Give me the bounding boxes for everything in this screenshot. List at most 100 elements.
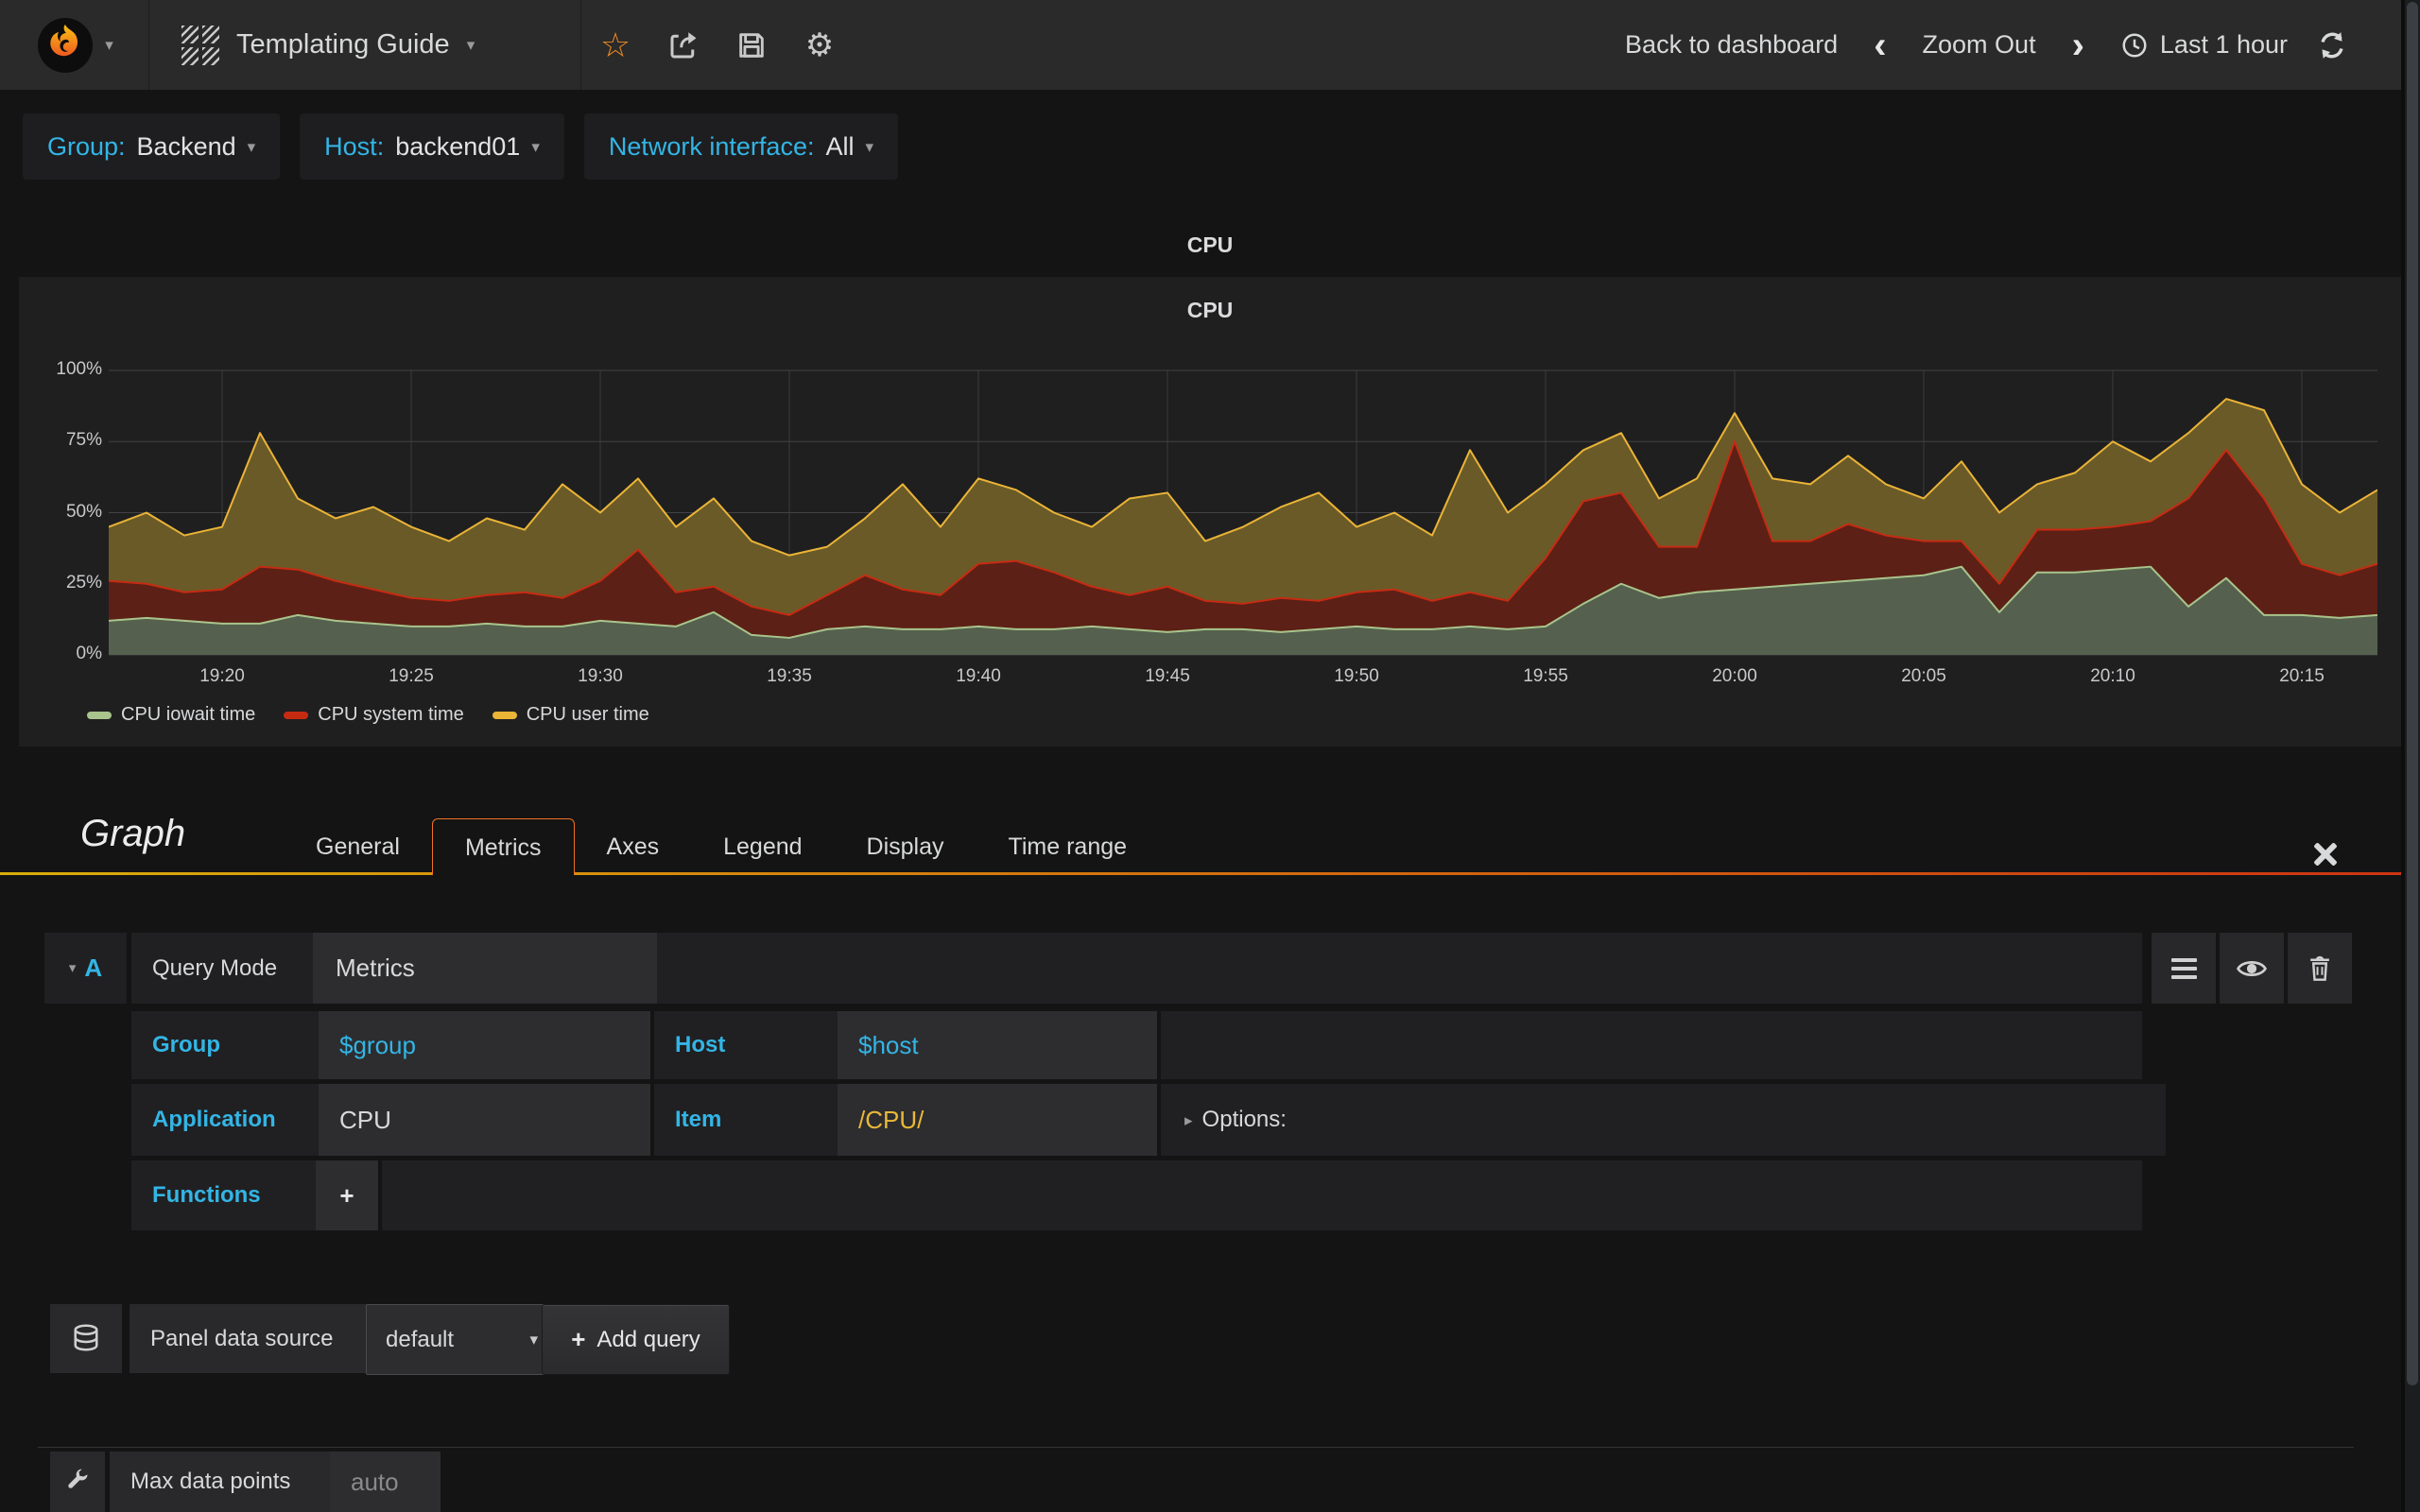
scrollbar-thumb[interactable] [2407, 2, 2418, 1385]
max-data-points-field[interactable] [330, 1452, 441, 1512]
query-toggle-visibility-button[interactable] [2220, 933, 2284, 1004]
query-mode-label: Query Mode [131, 933, 329, 1004]
query-row-filler [1161, 1011, 2142, 1079]
query-menu-button[interactable] [2152, 933, 2216, 1004]
tab-time-range[interactable]: Time range [977, 818, 1160, 875]
wrench-icon [64, 1469, 91, 1495]
top-navbar: ▾ Templating Guide ▾ ☆ ⚙ Back to dashboa… [0, 0, 2420, 90]
back-to-dashboard-link[interactable]: Back to dashboard [1625, 30, 1838, 60]
chevron-down-icon: ▾ [247, 137, 256, 156]
tab-metrics[interactable]: Metrics [431, 818, 575, 875]
refresh-button[interactable] [2310, 0, 2354, 90]
navbar-right-group: Back to dashboard ‹ Zoom Out › Last 1 ho… [1625, 0, 2420, 90]
close-editor-button[interactable] [2308, 837, 2342, 871]
application-field-label: Application [131, 1084, 336, 1156]
host-field[interactable] [838, 1011, 1157, 1079]
x-tick-label: 19:20 [199, 666, 245, 686]
dashboard-title: Templating Guide [236, 29, 450, 60]
tab-display[interactable]: Display [835, 818, 977, 875]
y-tick-label: 75% [65, 430, 102, 451]
variable-label: Host: [324, 131, 385, 161]
time-range-picker-button[interactable]: Last 1 hour [2120, 30, 2288, 60]
grafana-screen: ▾ Templating Guide ▾ ☆ ⚙ Back to dashboa… [0, 0, 2420, 1512]
group-field-label: Group [131, 1011, 336, 1079]
tab-legend[interactable]: Legend [691, 818, 834, 875]
zoom-out-button[interactable]: Zoom Out [1923, 30, 2036, 60]
clock-icon [2120, 31, 2149, 60]
save-button[interactable] [717, 0, 786, 90]
group-field[interactable] [319, 1011, 650, 1079]
trash-icon [2306, 954, 2334, 984]
chevron-down-icon: ▾ [531, 137, 540, 156]
variable-group-dropdown[interactable]: Group: Backend ▾ [23, 113, 281, 180]
application-input[interactable] [319, 1084, 650, 1156]
grafana-menu-button[interactable]: ▾ [0, 0, 149, 90]
item-field[interactable] [838, 1084, 1157, 1156]
plus-icon: + [339, 1180, 354, 1210]
legend-item-iowait[interactable]: CPU iowait time [87, 704, 255, 726]
share-icon [666, 28, 700, 62]
legend-label: CPU user time [526, 704, 649, 725]
variable-label: Network interface: [608, 131, 815, 161]
x-tick-label: 20:05 [1901, 666, 1946, 686]
y-tick-label: 0% [76, 644, 102, 663]
legend-item-user[interactable]: CPU user time [492, 704, 649, 726]
chevron-down-icon: ▾ [466, 36, 475, 54]
x-tick-label: 19:45 [1145, 666, 1190, 686]
x-tick-label: 20:00 [1712, 666, 1757, 686]
datasource-dropdown[interactable]: default ▾ [366, 1304, 554, 1375]
save-icon [735, 29, 768, 61]
datasource-icon-cell [50, 1304, 122, 1373]
tab-general[interactable]: General [284, 818, 432, 875]
variable-value: All [825, 131, 855, 161]
query-row-filler [657, 933, 2142, 1004]
share-button[interactable] [649, 0, 717, 90]
chart-legend: CPU iowait time CPU system time CPU user… [87, 704, 649, 726]
chevron-down-icon: ▾ [529, 1331, 538, 1349]
query-mode-value: Metrics [336, 954, 415, 982]
variable-label: Group: [47, 131, 126, 161]
query-mode-dropdown[interactable]: Metrics ▾ [313, 933, 697, 1004]
star-button[interactable]: ☆ [581, 0, 649, 90]
group-input[interactable] [319, 1011, 650, 1079]
x-tick-label: 19:50 [1334, 666, 1379, 686]
add-function-button[interactable]: + [316, 1160, 378, 1230]
editor-heading: Graph [80, 813, 186, 854]
x-tick-label: 19:25 [389, 666, 434, 686]
query-collapse-toggle[interactable]: ▾ A [44, 933, 127, 1004]
caret-right-icon: ▸ [1184, 1110, 1193, 1129]
tab-axes[interactable]: Axes [575, 818, 692, 875]
dashboard-grid-icon [182, 25, 219, 65]
options-toggle[interactable]: ▸ Options: [1161, 1084, 2166, 1156]
cpu-stacked-area-chart[interactable] [109, 364, 2377, 662]
max-data-points-input[interactable] [330, 1452, 441, 1512]
chevron-down-icon: ▾ [105, 36, 113, 54]
add-query-label: Add query [596, 1326, 700, 1352]
datasource-value: default [386, 1326, 455, 1352]
variable-netif-dropdown[interactable]: Network interface: All ▾ [583, 113, 899, 180]
refresh-icon [2316, 29, 2348, 61]
query-ref-letter: A [84, 954, 103, 982]
host-field-label: Host [654, 1011, 855, 1079]
settings-button[interactable]: ⚙ [786, 0, 854, 90]
legend-item-system[interactable]: CPU system time [284, 704, 464, 726]
legend-label: CPU system time [318, 704, 464, 725]
application-field[interactable] [319, 1084, 650, 1156]
star-icon: ☆ [599, 25, 631, 64]
y-tick-label: 25% [65, 572, 102, 593]
item-input[interactable] [838, 1084, 1157, 1156]
query-delete-button[interactable] [2288, 933, 2352, 1004]
panel-header-title: CPU [1186, 232, 1234, 257]
template-variable-row: Group: Backend ▾ Host: backend01 ▾ Netwo… [23, 113, 899, 180]
time-shift-right-button[interactable]: › [2059, 26, 2098, 64]
database-icon [69, 1321, 103, 1357]
dashboard-title-button[interactable]: Templating Guide ▾ [149, 0, 581, 90]
x-tick-label: 20:10 [2090, 666, 2135, 686]
legend-swatch [284, 711, 309, 719]
add-query-button[interactable]: + Add query [542, 1304, 730, 1375]
time-shift-left-button[interactable]: ‹ [1860, 26, 1899, 64]
host-input[interactable] [838, 1011, 1157, 1079]
variable-host-dropdown[interactable]: Host: backend01 ▾ [300, 113, 564, 180]
max-data-points-label: Max data points [110, 1452, 348, 1512]
chevron-down-icon: ▾ [865, 137, 874, 156]
